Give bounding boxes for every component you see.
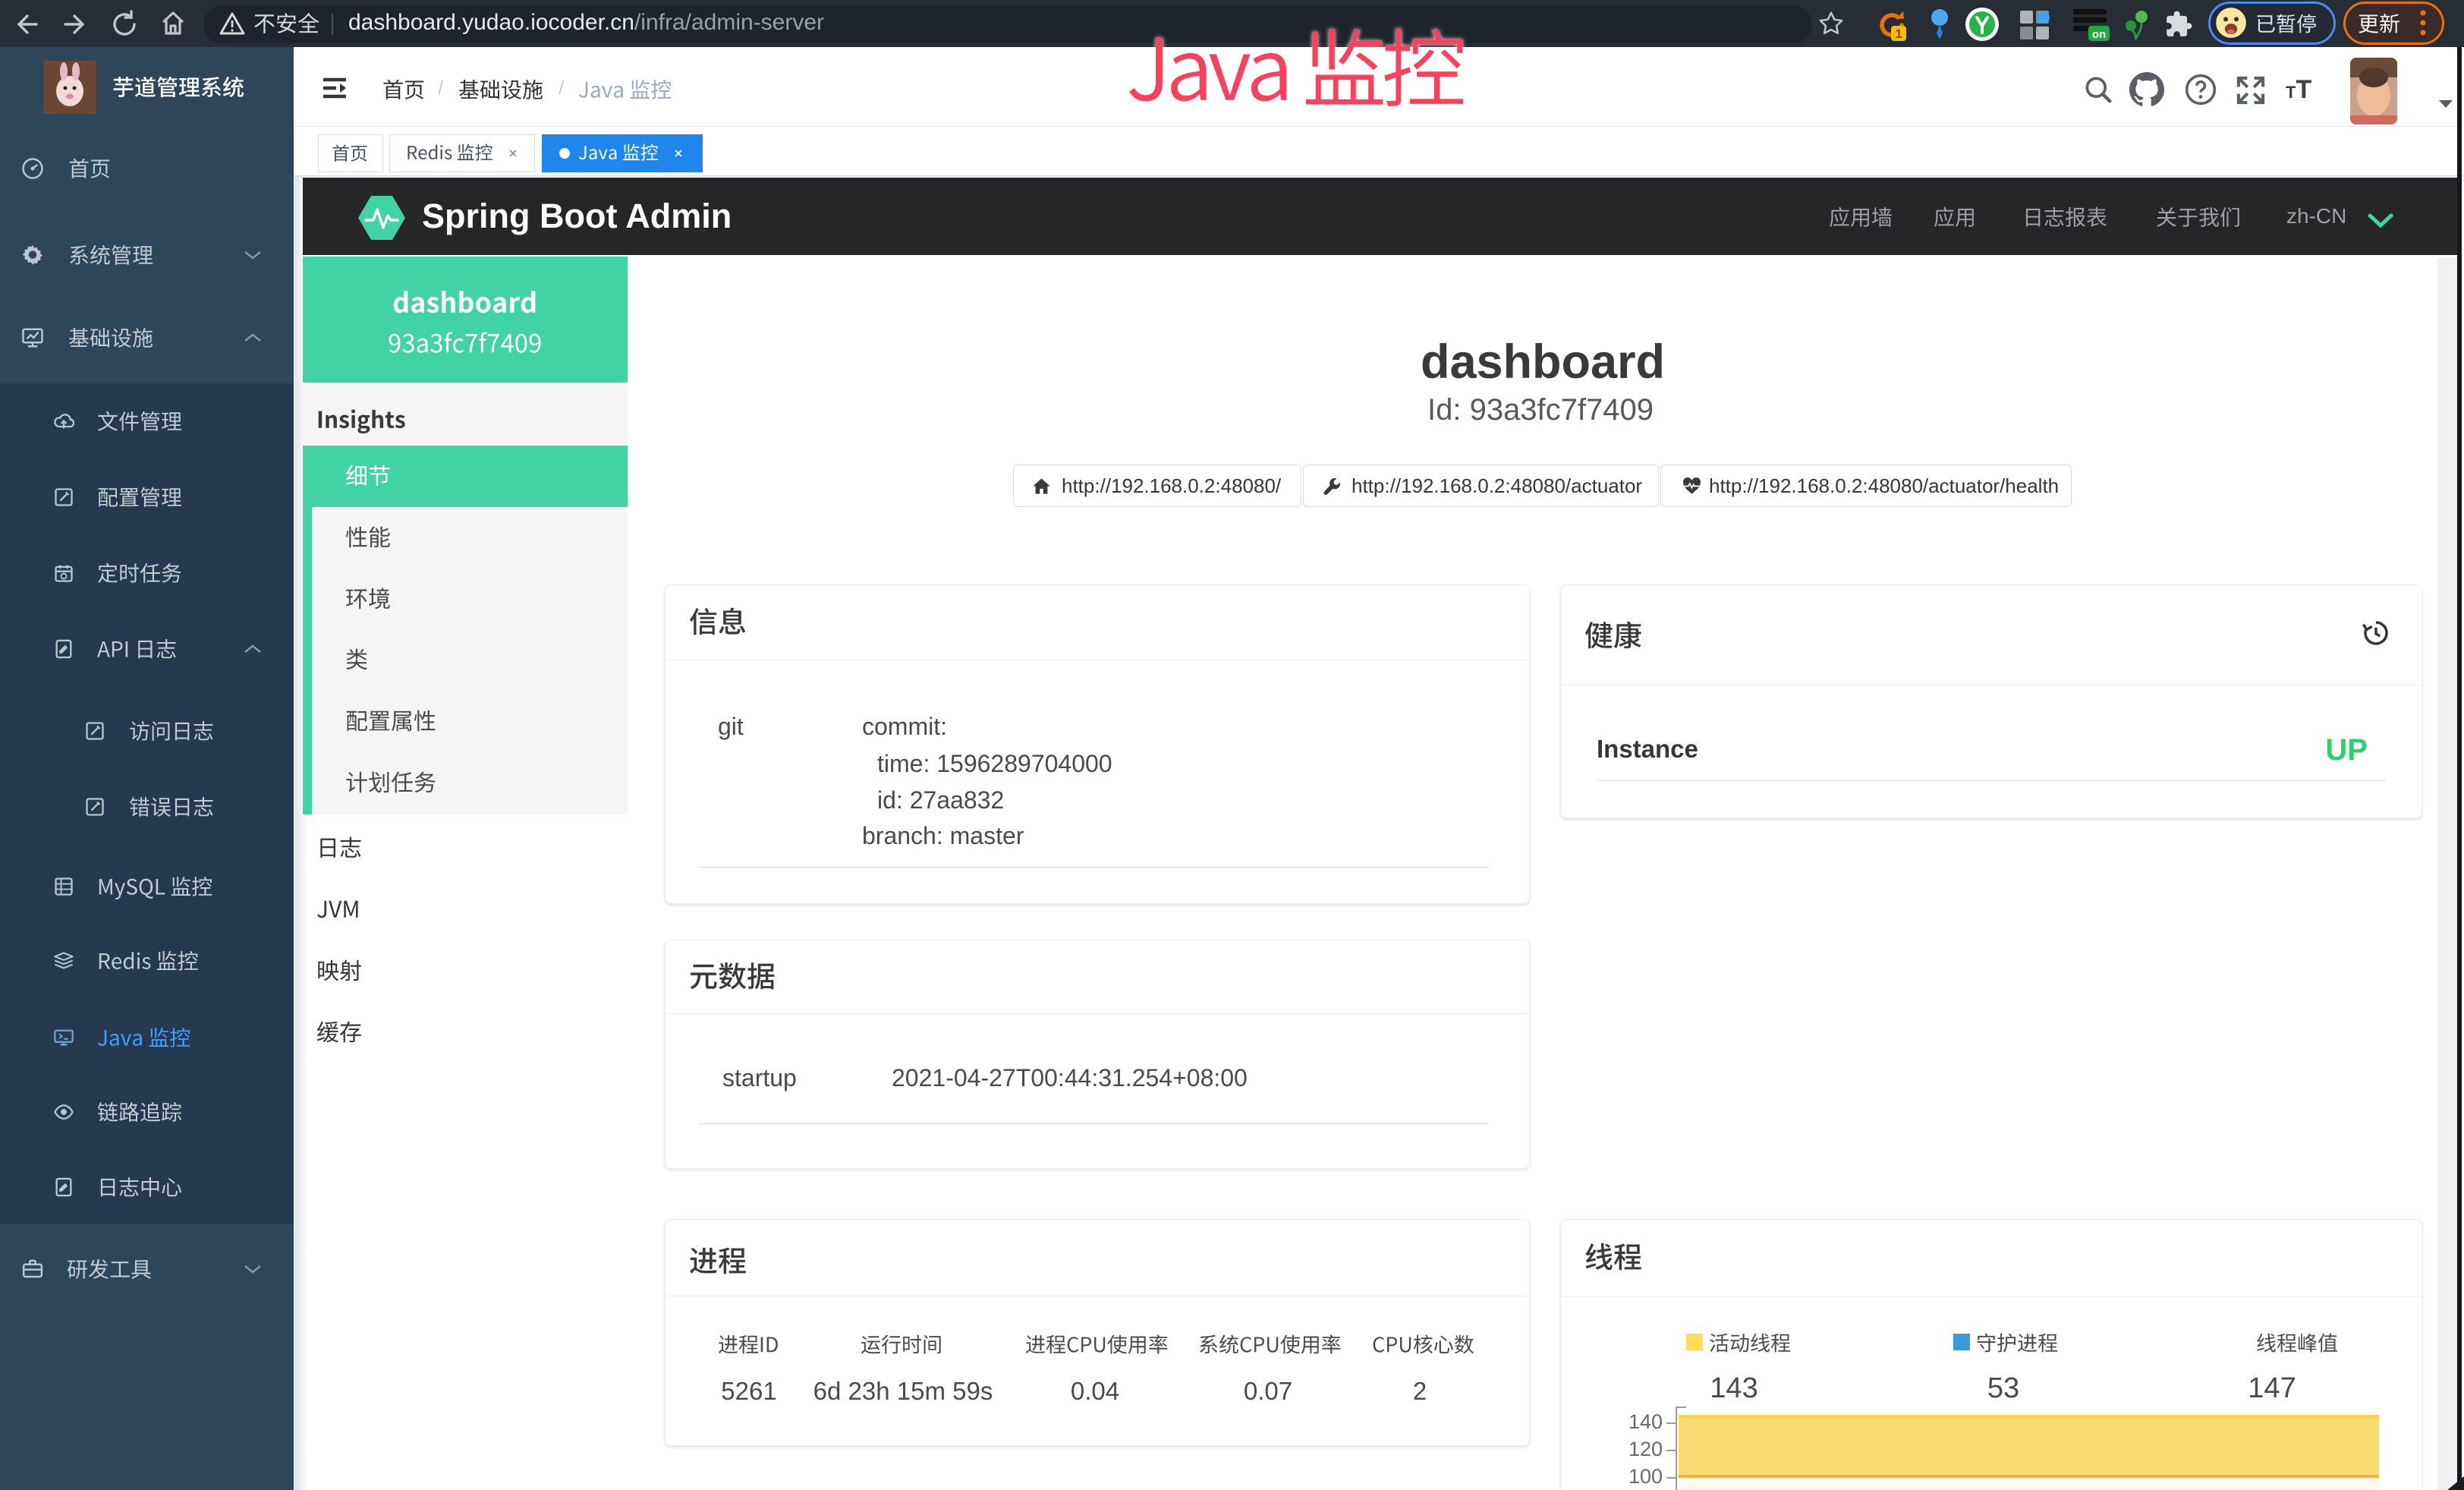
svg-text:1: 1 <box>1895 27 1902 41</box>
svg-text:on: on <box>2092 28 2106 41</box>
